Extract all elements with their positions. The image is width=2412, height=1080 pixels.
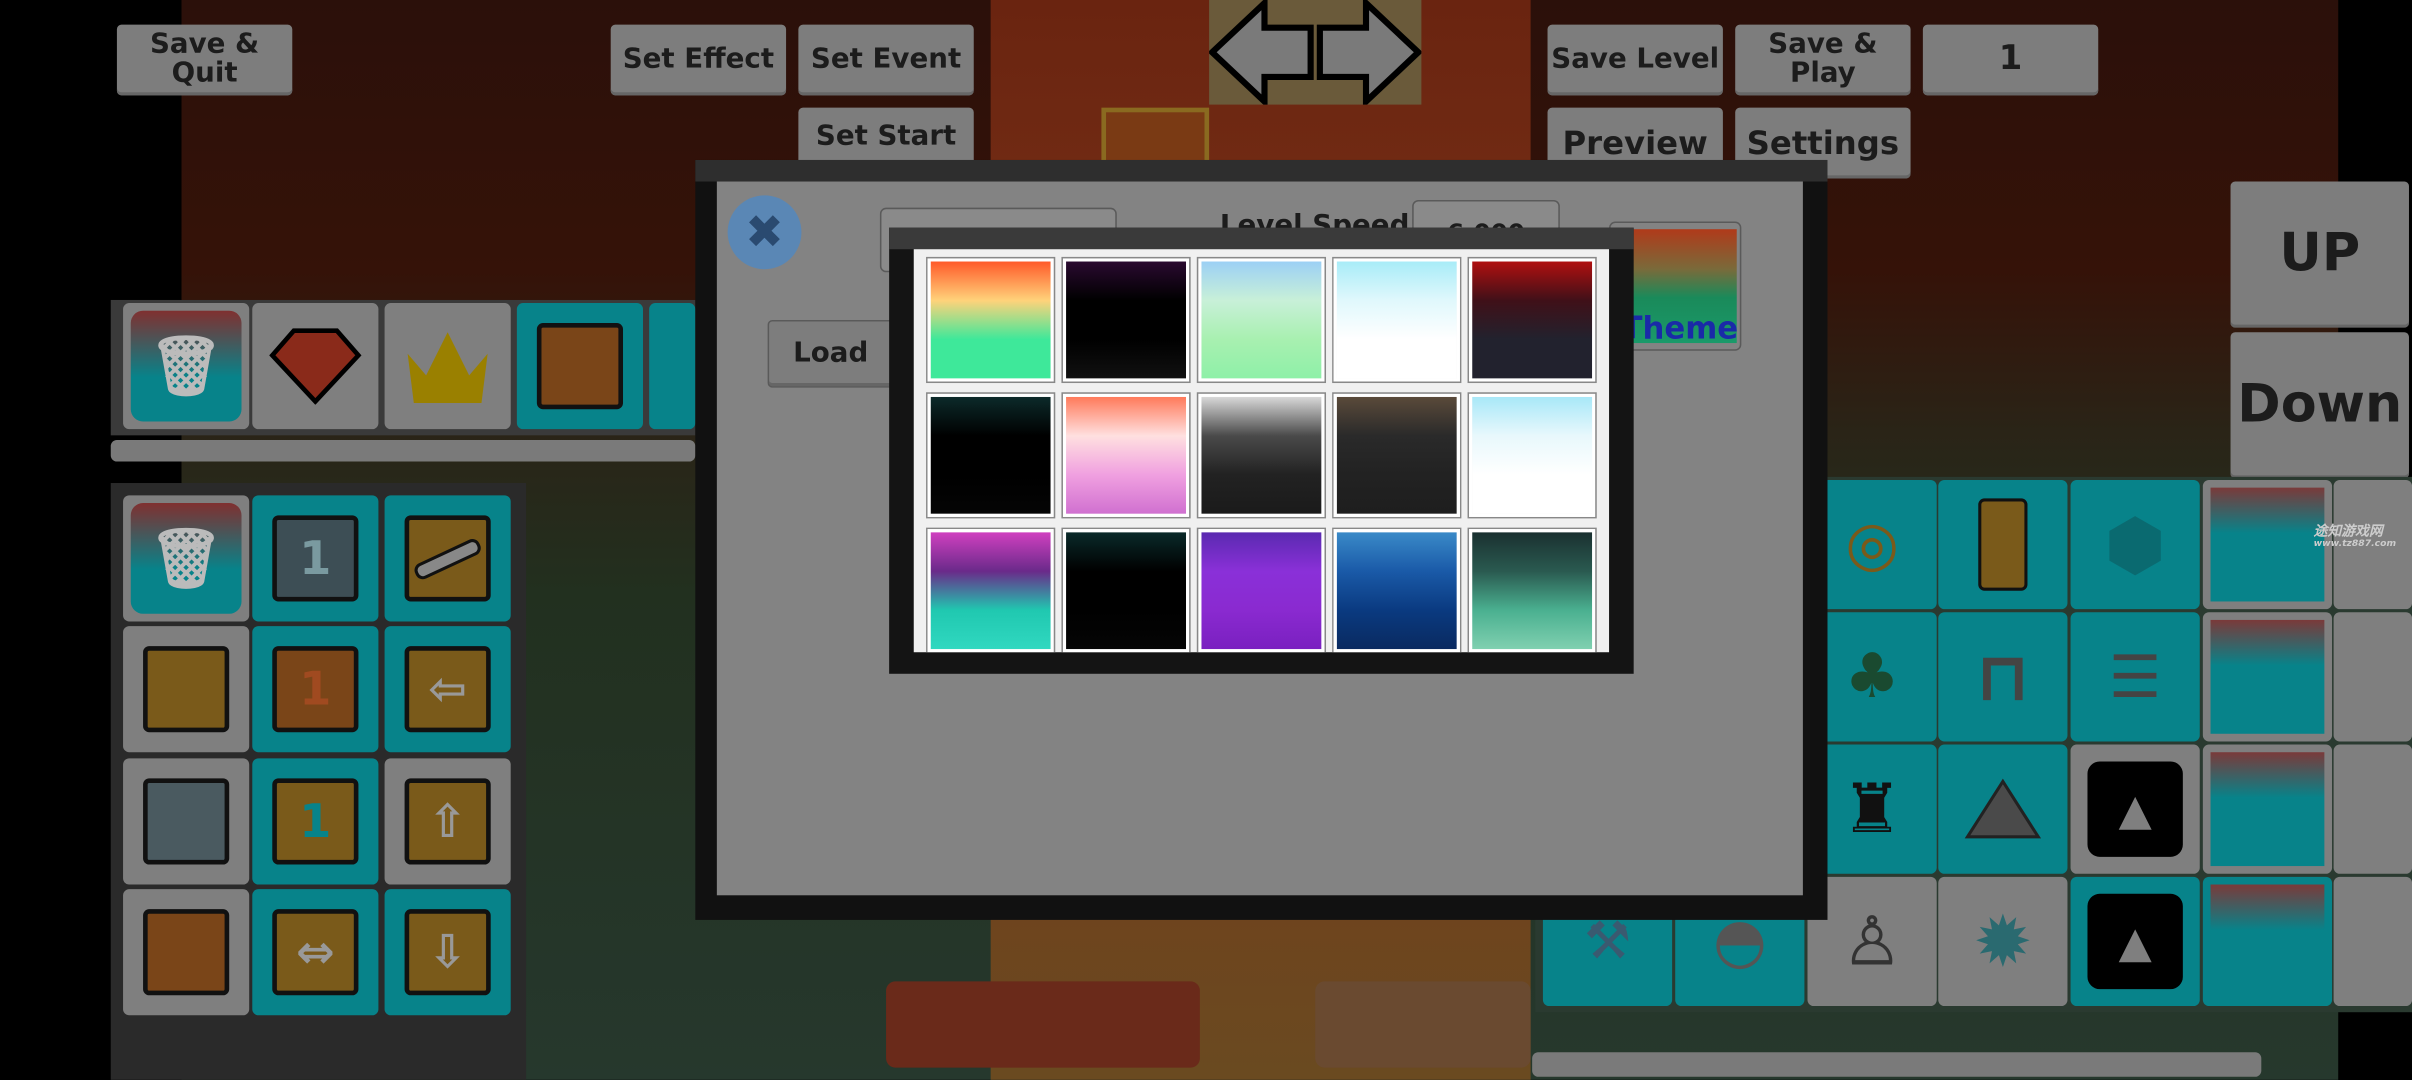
up-arrow-block-icon: ⇧ xyxy=(404,778,491,865)
theme-thumb-purple-forest[interactable] xyxy=(1198,529,1325,653)
theme-thumb-fireworks-night[interactable] xyxy=(1062,258,1190,382)
theme-thumb-beach-palms[interactable] xyxy=(1198,258,1325,382)
theme-thumb-blood-night[interactable] xyxy=(1469,258,1596,382)
theme-thumb-underwater[interactable] xyxy=(1333,529,1460,653)
watermark: 途知游戏网 www.tz887.com xyxy=(2313,524,2397,550)
up-button[interactable]: UP xyxy=(2230,181,2409,328)
flip-arrows-button[interactable] xyxy=(1207,0,1423,109)
theme-thumb-night-palms[interactable] xyxy=(927,393,1054,517)
pillar-icon xyxy=(1978,498,2028,591)
save-quit-button[interactable]: Save & Quit xyxy=(116,24,293,96)
palette-tile-orange-block[interactable] xyxy=(516,303,644,430)
theme-label: Theme xyxy=(1621,309,1739,347)
cannon-icon: ◎ xyxy=(1845,509,1899,580)
theme-thumb-dusk-city[interactable] xyxy=(1333,393,1460,517)
down-button[interactable]: Down xyxy=(2230,332,2409,479)
right-palette-scrollbar[interactable] xyxy=(1532,1052,2262,1077)
trash-icon: 🗑 xyxy=(130,310,242,422)
grid-tile-3d-object[interactable] xyxy=(2202,744,2333,874)
set-event-button[interactable]: Set Event xyxy=(798,24,974,96)
grid-tile-spike[interactable]: ▲ xyxy=(2070,744,2200,874)
palette-tile-crown[interactable] xyxy=(384,303,511,430)
palette-tile-block[interactable] xyxy=(649,303,696,430)
stack-icon: ☰ xyxy=(2108,643,2162,711)
save-level-button[interactable]: Save Level xyxy=(1547,24,1723,96)
triangle-icon: ▲ xyxy=(2087,761,2183,857)
theme-thumb-night-palms-2[interactable] xyxy=(1062,529,1190,653)
grid-tile-saw[interactable]: ✹ xyxy=(1938,876,2068,1007)
close-icon: ✖ xyxy=(745,205,784,260)
theme-picker xyxy=(913,249,1610,653)
theme-thumb-bright-sky[interactable] xyxy=(1469,393,1596,517)
track-platform xyxy=(1315,981,1531,1068)
grid-tile-numbered-glass[interactable]: 1 xyxy=(252,495,379,622)
slope-block-icon xyxy=(404,515,491,602)
grid-tile-glass-block[interactable] xyxy=(123,758,250,885)
arch-icon: ⊓ xyxy=(1975,637,2030,717)
gem-icon xyxy=(269,328,362,405)
load-button[interactable]: Load xyxy=(767,319,894,388)
orange-block-icon xyxy=(143,909,230,996)
palette-tile-gem[interactable] xyxy=(252,303,379,430)
save-play-button[interactable]: Save & Play xyxy=(1735,24,1911,96)
grid-tile-trash[interactable]: 🗑 xyxy=(123,495,250,622)
grid-tile-3d-object[interactable] xyxy=(2333,744,2412,874)
glass-block-icon xyxy=(143,778,230,865)
set-effect-button[interactable]: Set Effect xyxy=(610,24,787,96)
grid-tile-cube[interactable]: ⬢ xyxy=(2070,479,2200,610)
grid-tile-numbered-orange[interactable]: 1 xyxy=(252,626,379,753)
grid-tile-stack[interactable]: ☰ xyxy=(2070,612,2200,742)
grid-tile-pyramid[interactable] xyxy=(1938,744,2068,874)
palette-tile-trash[interactable]: 🗑 xyxy=(123,303,250,430)
down-arrow-block-icon: ⇩ xyxy=(404,909,491,996)
left-right-arrows-icon xyxy=(1207,0,1423,109)
theme-thumb-atom-teal[interactable] xyxy=(1469,529,1596,653)
grid-tile-numbered-teal[interactable]: 1 xyxy=(252,758,379,885)
tower-icon: ♜ xyxy=(1841,769,1903,849)
orange-block-icon xyxy=(536,323,624,410)
3d-cube-icon xyxy=(2210,619,2325,734)
level-editor: Save & Quit Set Effect Set Event Set Sta… xyxy=(0,0,2412,1080)
track-platform xyxy=(886,981,1200,1068)
cube-icon: ⬢ xyxy=(2104,503,2167,587)
grid-tile-left-right-arrow[interactable]: ⇔ xyxy=(252,889,379,1016)
numbered-orange-block-icon: 1 xyxy=(272,646,359,733)
lattice-tower-icon: ♙ xyxy=(1841,902,1903,981)
top-palette-scrollbar[interactable] xyxy=(110,439,696,462)
grid-tile-yellow-block[interactable] xyxy=(123,626,250,753)
saw-icon: ✹ xyxy=(1973,899,2033,983)
theme-thumb-icy-sky[interactable] xyxy=(1333,258,1460,382)
grid-tile-left-arrow[interactable]: ⇦ xyxy=(384,626,511,753)
3d-cube-icon xyxy=(2210,752,2325,867)
triangle-icon: ▲ xyxy=(2087,893,2183,990)
left-right-arrow-block-icon: ⇔ xyxy=(272,909,359,996)
numbered-teal-block-icon: 1 xyxy=(272,778,359,865)
grid-tile-3d-object[interactable] xyxy=(2333,876,2412,1007)
theme-thumb-foggy-dark[interactable] xyxy=(1198,393,1325,517)
theme-thumb-neon-mountains[interactable] xyxy=(927,529,1054,653)
grid-tile-pillar[interactable] xyxy=(1938,479,2068,610)
tree-icon: ♣ xyxy=(1844,641,1900,713)
grid-tile-arch[interactable]: ⊓ xyxy=(1938,612,2068,742)
grid-tile-slope[interactable] xyxy=(384,495,511,622)
grid-tile-3d-object[interactable] xyxy=(2202,612,2333,742)
grid-tile-spike[interactable]: ▲ xyxy=(2070,876,2200,1007)
yellow-block-icon xyxy=(143,646,230,733)
pyramid-icon xyxy=(1964,778,2042,839)
close-button[interactable]: ✖ xyxy=(727,195,802,270)
theme-thumb-pink-sunset[interactable] xyxy=(1062,393,1190,517)
3d-sphere-icon xyxy=(2210,884,2325,999)
grid-tile-up-arrow[interactable]: ⇧ xyxy=(384,758,511,885)
level-number-button[interactable]: 1 xyxy=(1922,24,2099,96)
trash-icon: 🗑 xyxy=(130,503,242,614)
grid-tile-down-arrow[interactable]: ⇩ xyxy=(384,889,511,1016)
grid-tile-3d-object[interactable] xyxy=(2202,876,2333,1007)
3d-turret-icon xyxy=(2210,487,2325,602)
crown-icon xyxy=(407,332,488,404)
grid-tile-orange-block[interactable] xyxy=(123,889,250,1016)
left-arrow-block-icon: ⇦ xyxy=(404,646,491,733)
numbered-glass-block-icon: 1 xyxy=(272,515,359,602)
grid-tile-3d-object[interactable] xyxy=(2333,612,2412,742)
theme-thumb-sunset-green[interactable] xyxy=(927,258,1054,382)
